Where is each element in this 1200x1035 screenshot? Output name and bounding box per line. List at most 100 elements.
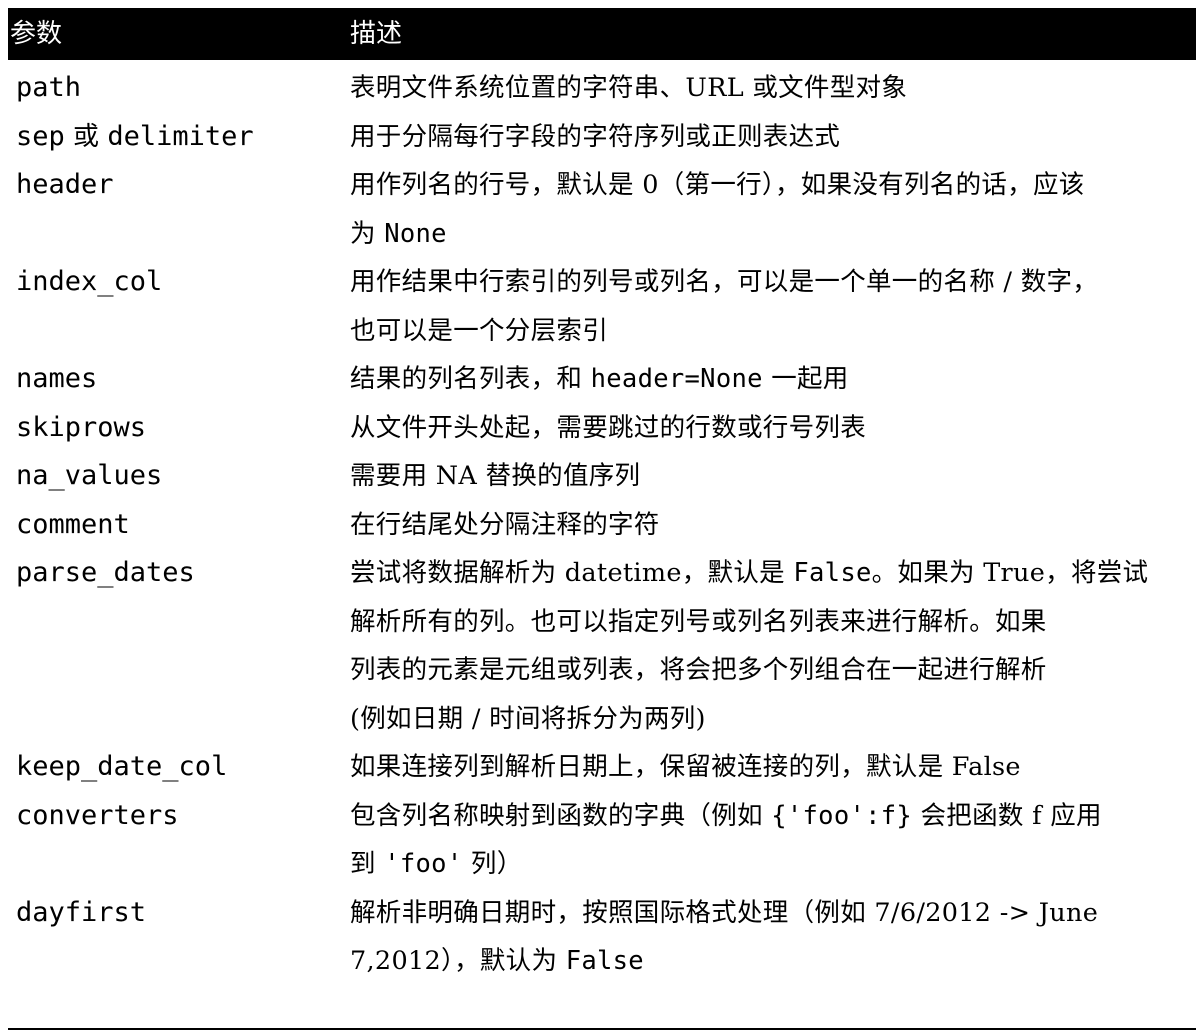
description-line: 在行结尾处分隔注释的字符 — [350, 501, 1192, 550]
description-text: 用于分隔每行字段的字符序列或正则表达式 — [350, 121, 841, 152]
param-code: path — [16, 72, 82, 103]
description-line: 为 None — [350, 210, 1192, 259]
param-name: sep 或 delimiter — [8, 113, 348, 162]
inline-code: None — [384, 218, 447, 249]
param-description: 用作结果中行索引的列号或列名，可以是一个单一的名称 / 数字， 也可以是一个分层索… — [348, 258, 1196, 355]
description-text: 表明文件系统位置的字符串、URL 或文件型对象 — [350, 73, 908, 103]
description-text: 在行结尾处分隔注释的字符 — [350, 509, 660, 540]
param-name: index_col — [8, 258, 348, 307]
header-param: 参数 — [10, 19, 63, 49]
description-line: 用于分隔每行字段的字符序列或正则表达式 — [350, 113, 1192, 162]
table-body: path 表明文件系统位置的字符串、URL 或文件型对象 sep 或 delimit… — [8, 60, 1196, 986]
description-line: 尝试将数据解析为 datetime，默认是 False。如果为 True，将尝试 — [350, 549, 1192, 598]
description-text: 列表的元素是元组或列表，将会把多个列组合在一起进行解析 — [350, 655, 1047, 685]
table-row: sep 或 delimiter 用于分隔每行字段的字符序列或正则表达式 — [8, 113, 1196, 162]
table-row: path 表明文件系统位置的字符串、URL 或文件型对象 — [8, 64, 1196, 113]
param-description: 用作列名的行号，默认是 0（第一行），如果没有列名的话，应该为 None — [348, 161, 1196, 258]
param-description: 包含列名称映射到函数的字典（例如 {'foo':f} 会把函数 f 应用到 'f… — [348, 792, 1196, 889]
description-line: 需要用 NA 替换的值序列 — [350, 452, 1192, 501]
inline-code: False — [793, 558, 872, 588]
description-line: 解析非明确日期时，按照国际格式处理（例如 7/6/2012 -> June — [350, 889, 1192, 938]
table-header: 参数 描述 — [8, 8, 1196, 60]
param-description: 在行结尾处分隔注释的字符 — [348, 501, 1196, 550]
header-description: 描述 — [350, 19, 403, 49]
description-text: 从文件开头处起，需要跳过的行数或行号列表 — [350, 412, 867, 443]
description-line: 7,2012），默认为 False — [350, 937, 1192, 986]
description-text: 。如果为 True，将尝试 — [871, 558, 1149, 588]
table-row: names 结果的列名列表，和 header=None 一起用 — [8, 355, 1196, 404]
description-text: 解析非明确日期时，按照国际格式处理（例如 7/6/2012 -> June — [350, 897, 1099, 928]
description-line: 到 'foo' 列） — [350, 840, 1192, 889]
description-text: 7,2012），默认为 — [350, 946, 566, 976]
param-description: 从文件开头处起，需要跳过的行数或行号列表 — [348, 404, 1196, 453]
description-text: 尝试将数据解析为 datetime，默认是 — [350, 558, 794, 588]
table-row: keep_date_col 如果连接列到解析日期上，保留被连接的列，默认是 Fal… — [8, 743, 1196, 792]
description-line: 用作结果中行索引的列号或列名，可以是一个单一的名称 / 数字， — [350, 258, 1192, 307]
param-name: converters — [8, 792, 348, 841]
description-text: 到 — [350, 849, 385, 879]
param-code: names — [16, 363, 98, 394]
description-text: (例如日期 / 时间将拆分为两列) — [350, 703, 706, 734]
param-code: delimiter — [107, 120, 254, 152]
description-line: 结果的列名列表，和 header=None 一起用 — [350, 355, 1192, 404]
description-text: 为 — [350, 218, 385, 249]
param-description: 如果连接列到解析日期上，保留被连接的列，默认是 False — [348, 743, 1196, 792]
bottom-rule — [8, 1028, 1196, 1030]
param-name: dayfirst — [8, 889, 348, 938]
param-name: names — [8, 355, 348, 404]
table-row: comment 在行结尾处分隔注释的字符 — [8, 501, 1196, 550]
description-line: 如果连接列到解析日期上，保留被连接的列，默认是 False — [350, 743, 1192, 792]
inline-code: 'foo' — [384, 849, 463, 879]
description-line: 解析所有的列。也可以指定列号或列名列表来进行解析。如果 — [350, 598, 1192, 647]
inline-code: header=None — [590, 364, 763, 394]
description-text: 会把函数 f 应用 — [912, 800, 1102, 831]
table-row: converters 包含列名称映射到函数的字典（例如 {'foo':f} 会把函… — [8, 792, 1196, 889]
param-code: index_col — [16, 266, 163, 297]
param-name: keep_date_col — [8, 743, 348, 792]
param-description: 尝试将数据解析为 datetime，默认是 False。如果为 True，将尝试… — [348, 549, 1196, 743]
param-code: comment — [16, 508, 130, 540]
param-code: keep_date_col — [16, 751, 228, 782]
table-row: dayfirst 解析非明确日期时，按照国际格式处理（例如 7/6/2012 ->… — [8, 889, 1196, 986]
param-code: header — [16, 169, 114, 200]
description-text: 解析所有的列。也可以指定列号或列名列表来进行解析。如果 — [350, 606, 1047, 637]
description-text: 列） — [462, 849, 523, 879]
param-name: path — [8, 64, 348, 113]
description-text: 如果连接列到解析日期上，保留被连接的列，默认是 False — [350, 752, 1021, 782]
inline-code: {'foo':f} — [771, 800, 913, 831]
description-line: 包含列名称映射到函数的字典（例如 {'foo':f} 会把函数 f 应用 — [350, 792, 1192, 841]
table-row: index_col 用作结果中行索引的列号或列名，可以是一个单一的名称 / 数字，… — [8, 258, 1196, 355]
param-description: 解析非明确日期时，按照国际格式处理（例如 7/6/2012 -> June 7,2… — [348, 889, 1196, 986]
description-line: (例如日期 / 时间将拆分为两列) — [350, 695, 1192, 744]
param-code: sep — [16, 120, 65, 152]
description-text: 用作列名的行号，默认是 0（第一行），如果没有列名的话，应该 — [350, 170, 1085, 200]
table-row: header 用作列名的行号，默认是 0（第一行），如果没有列名的话，应该为 No… — [8, 161, 1196, 258]
table-row: skiprows 从文件开头处起，需要跳过的行数或行号列表 — [8, 404, 1196, 453]
param-name: na_values — [8, 452, 348, 501]
param-description: 表明文件系统位置的字符串、URL 或文件型对象 — [348, 64, 1196, 113]
table-row: parse_dates 尝试将数据解析为 datetime，默认是 False。如… — [8, 549, 1196, 743]
param-description: 需要用 NA 替换的值序列 — [348, 452, 1196, 501]
description-text: 结果的列名列表，和 — [350, 364, 591, 394]
param-name: comment — [8, 501, 348, 550]
param-description: 用于分隔每行字段的字符序列或正则表达式 — [348, 113, 1196, 162]
description-line: 表明文件系统位置的字符串、URL 或文件型对象 — [350, 64, 1192, 113]
table-row: na_values 需要用 NA 替换的值序列 — [8, 452, 1196, 501]
param-name: parse_dates — [8, 549, 348, 598]
param-code: converters — [16, 799, 179, 831]
description-line: 也可以是一个分层索引 — [350, 307, 1192, 356]
description-line: 用作列名的行号，默认是 0（第一行），如果没有列名的话，应该 — [350, 161, 1192, 210]
description-line: 列表的元素是元组或列表，将会把多个列组合在一起进行解析 — [350, 646, 1192, 695]
param-description: 结果的列名列表，和 header=None 一起用 — [348, 355, 1196, 404]
description-text: 也可以是一个分层索引 — [350, 315, 609, 346]
description-text: 一起用 — [762, 364, 849, 394]
param-name: header — [8, 161, 348, 210]
parameter-table: 参数 描述 path 表明文件系统位置的字符串、URL 或文件型对象 sep 或 d… — [8, 8, 1196, 986]
param-code: parse_dates — [16, 557, 195, 588]
description-text: 需要用 NA 替换的值序列 — [350, 461, 641, 491]
inline-code: False — [565, 946, 644, 976]
description-text: 用作结果中行索引的列号或列名，可以是一个单一的名称 / 数字， — [350, 267, 1099, 297]
param-code: dayfirst — [16, 896, 147, 928]
param-code: na_values — [16, 460, 163, 491]
param-code: skiprows — [16, 411, 147, 443]
